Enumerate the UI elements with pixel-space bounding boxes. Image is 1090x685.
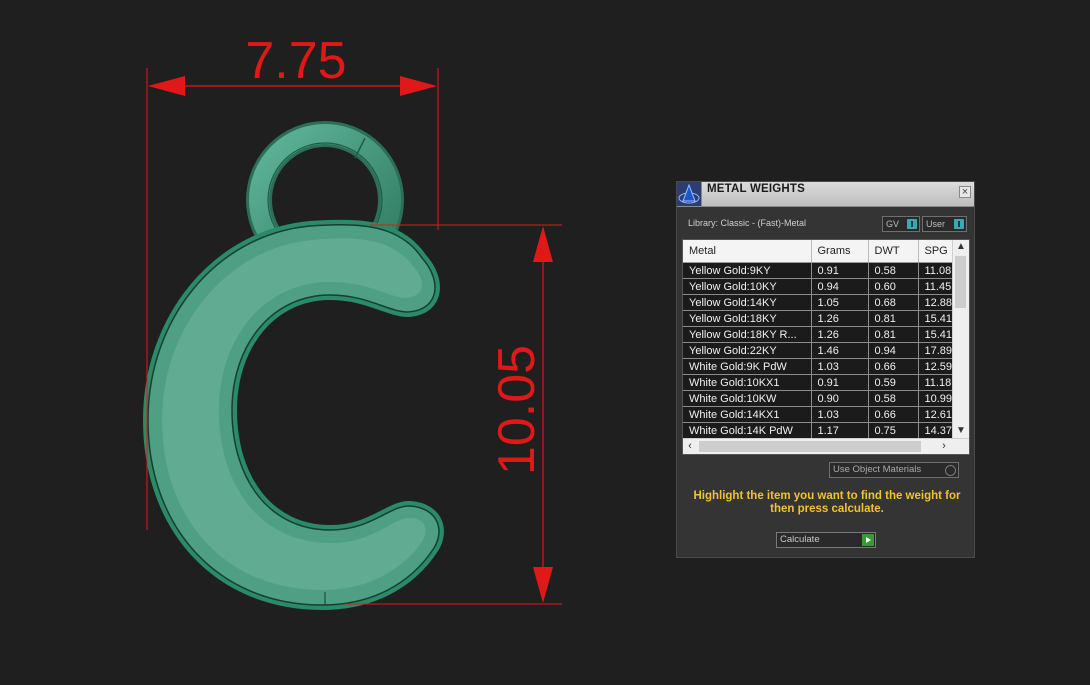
- table-row[interactable]: White Gold:10KX1 0.91 0.59 11.18: [683, 374, 964, 391]
- table-cell-metal: Yellow Gold:18KY: [683, 310, 812, 327]
- gv-toggle-label: GV: [886, 219, 900, 229]
- instruction-text: Highlight the item you want to find the …: [693, 490, 961, 515]
- gv-toggle[interactable]: GV: [882, 216, 920, 232]
- table-cell-dwt: 0.81: [868, 310, 919, 327]
- table-cell-dwt: 0.58: [868, 262, 919, 279]
- calculate-button-label: Calculate: [780, 534, 820, 545]
- height-dimension-label: 10.05: [488, 345, 546, 475]
- panel-title-bar[interactable]: METAL WEIGHTS ×: [677, 182, 974, 207]
- horizontal-scroll-thumb[interactable]: [699, 441, 921, 452]
- user-toggle-label: User: [926, 219, 946, 229]
- use-object-materials-label: Use Object Materials: [833, 464, 922, 475]
- table-row[interactable]: Yellow Gold:9KY 0.91 0.58 11.08: [683, 262, 964, 279]
- table-cell-grams: 1.17: [811, 422, 869, 439]
- table-row[interactable]: White Gold:14K PdW 1.17 0.75 14.37: [683, 422, 964, 439]
- table-cell-dwt: 0.58: [868, 390, 919, 407]
- vertical-scroll-thumb[interactable]: [955, 256, 966, 308]
- table-row[interactable]: White Gold:10KW 0.90 0.58 10.99: [683, 390, 964, 407]
- metal-table: Metal Grams DWT SPG Yellow Gold:9KY 0.91 0…: [683, 240, 964, 439]
- table-row[interactable]: Yellow Gold:22KY 1.46 0.94 17.89: [683, 342, 964, 359]
- table-cell-dwt: 0.66: [868, 358, 919, 375]
- scroll-down-icon[interactable]: ▼: [953, 424, 969, 438]
- table-cell-dwt: 0.66: [868, 406, 919, 423]
- table-cell-metal: White Gold:14K PdW: [683, 422, 812, 439]
- table-cell-dwt: 0.68: [868, 294, 919, 311]
- vertical-scrollbar[interactable]: ▲ ▼: [952, 240, 969, 438]
- table-cell-metal: Yellow Gold:10KY: [683, 278, 812, 295]
- horizontal-scrollbar[interactable]: ‹ ›: [683, 438, 969, 454]
- table-cell-grams: 0.90: [811, 390, 869, 407]
- table-row[interactable]: Yellow Gold:18KY 1.26 0.81 15.41: [683, 310, 964, 327]
- column-header-dwt[interactable]: DWT: [868, 240, 919, 263]
- table-cell-grams: 1.46: [811, 342, 869, 359]
- scroll-up-icon[interactable]: ▲: [953, 240, 969, 254]
- table-row[interactable]: White Gold:9K PdW 1.03 0.66 12.59: [683, 358, 964, 375]
- panel-title: METAL WEIGHTS: [707, 183, 806, 195]
- use-object-materials-checkbox[interactable]: Use Object Materials: [829, 462, 959, 478]
- toggle-switch-icon: [954, 219, 964, 229]
- play-arrow-icon: [862, 534, 874, 546]
- library-label: Library: Classic - (Fast)-Metal: [688, 218, 807, 228]
- scroll-left-icon[interactable]: ‹: [683, 439, 697, 454]
- table-cell-metal: Yellow Gold:14KY: [683, 294, 812, 311]
- table-cell-dwt: 0.94: [868, 342, 919, 359]
- user-toggle[interactable]: User: [922, 216, 967, 232]
- column-header-metal[interactable]: Metal: [683, 240, 812, 263]
- table-row[interactable]: Yellow Gold:18KY R... 1.26 0.81 15.41: [683, 326, 964, 343]
- letter-c-pendant: [142, 219, 444, 611]
- table-cell-metal: White Gold:10KX1: [683, 374, 812, 391]
- table-header-row: Metal Grams DWT SPG: [683, 240, 964, 263]
- table-row[interactable]: Yellow Gold:10KY 0.94 0.60 11.45: [683, 278, 964, 295]
- metal-table-container: Metal Grams DWT SPG Yellow Gold:9KY 0.91 0…: [682, 239, 970, 455]
- table-cell-metal: White Gold:10KW: [683, 390, 812, 407]
- table-cell-metal: Yellow Gold:9KY: [683, 262, 812, 279]
- width-dimension-label: 7.75: [245, 32, 346, 90]
- table-cell-metal: Yellow Gold:22KY: [683, 342, 812, 359]
- table-row[interactable]: Yellow Gold:14KY 1.05 0.68 12.88: [683, 294, 964, 311]
- close-button[interactable]: ×: [959, 186, 971, 198]
- table-cell-dwt: 0.59: [868, 374, 919, 391]
- table-cell-grams: 0.94: [811, 278, 869, 295]
- table-cell-metal: Yellow Gold:18KY R...: [683, 326, 812, 343]
- column-header-grams[interactable]: Grams: [811, 240, 869, 263]
- table-cell-dwt: 0.60: [868, 278, 919, 295]
- app-logo-icon: [677, 182, 702, 206]
- metal-weights-panel: METAL WEIGHTS × Library: Classic - (Fast…: [676, 181, 975, 558]
- table-cell-metal: White Gold:14KX1: [683, 406, 812, 423]
- scroll-right-icon[interactable]: ›: [937, 439, 951, 454]
- table-cell-grams: 0.91: [811, 262, 869, 279]
- table-cell-grams: 1.26: [811, 310, 869, 327]
- table-cell-grams: 0.91: [811, 374, 869, 391]
- table-cell-grams: 1.03: [811, 358, 869, 375]
- calculate-button[interactable]: Calculate: [776, 532, 876, 548]
- table-cell-grams: 1.26: [811, 326, 869, 343]
- table-cell-grams: 1.05: [811, 294, 869, 311]
- toggle-switch-icon: [907, 219, 917, 229]
- table-cell-dwt: 0.75: [868, 422, 919, 439]
- radio-circle-icon: [945, 465, 956, 476]
- table-row[interactable]: White Gold:14KX1 1.03 0.66 12.61: [683, 406, 964, 423]
- table-cell-grams: 1.03: [811, 406, 869, 423]
- table-cell-metal: White Gold:9K PdW: [683, 358, 812, 375]
- table-cell-dwt: 0.81: [868, 326, 919, 343]
